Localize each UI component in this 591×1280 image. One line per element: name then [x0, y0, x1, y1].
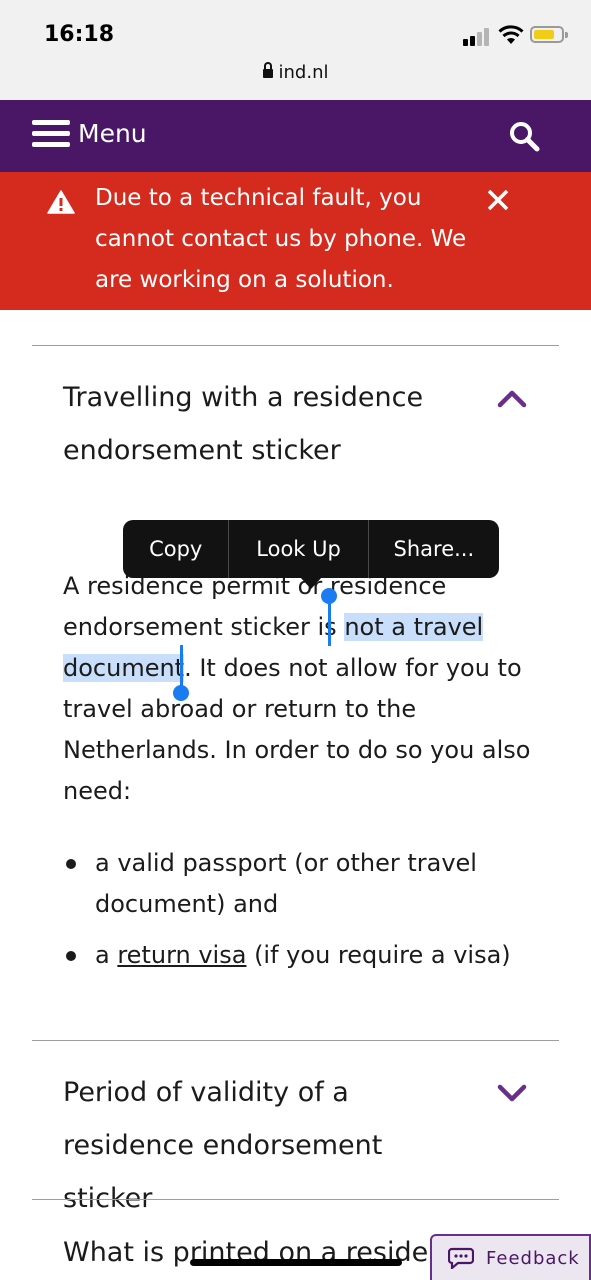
bullet-icon — [66, 859, 76, 869]
url-text: ind.nl — [278, 62, 329, 83]
hamburger-icon — [32, 118, 70, 148]
selection-end-handle[interactable] — [173, 685, 189, 701]
status-bar: 16:18 ind.nl — [0, 0, 591, 100]
text-selection-menu: Copy Look Up Share... — [123, 520, 499, 578]
selection-start-caret — [328, 600, 331, 646]
signal-icon — [463, 28, 493, 46]
look-up-button[interactable]: Look Up — [229, 520, 369, 578]
bullet-icon — [66, 951, 76, 961]
list-item: a valid passport (or other travel docume… — [63, 843, 533, 925]
close-icon[interactable] — [486, 188, 510, 212]
chevron-down-icon[interactable] — [497, 1083, 527, 1103]
callout-pointer — [300, 577, 322, 589]
chevron-up-icon[interactable] — [497, 388, 527, 408]
selection-end-caret — [180, 645, 183, 690]
accordion-content-paragraph: A residence permit or residence endorsem… — [63, 566, 533, 812]
chat-bubble-icon — [448, 1247, 474, 1269]
list-item-text: (if you require a visa) — [246, 941, 511, 969]
lock-icon — [262, 62, 273, 78]
wifi-icon — [498, 25, 524, 44]
menu-label: Menu — [78, 118, 147, 148]
search-icon[interactable] — [508, 120, 540, 152]
alert-message: Due to a technical fault, you cannot con… — [95, 185, 467, 293]
menu-button[interactable]: Menu — [32, 118, 147, 148]
accordion-title-travelling[interactable]: Travelling with a residence endorsement … — [63, 371, 473, 477]
list-item-text: a valid passport (or other travel docume… — [95, 849, 477, 918]
copy-button[interactable]: Copy — [123, 520, 230, 578]
site-header: Menu — [0, 100, 591, 172]
warning-icon — [47, 190, 75, 214]
list-item: a return visa (if you require a visa) — [63, 935, 533, 976]
share-button[interactable]: Share... — [369, 520, 499, 578]
feedback-button[interactable]: Feedback — [430, 1234, 591, 1280]
list-item-text: a — [95, 941, 118, 969]
accordion-title-printed[interactable]: What is printed on a residence — [63, 1226, 463, 1279]
divider — [32, 345, 559, 346]
status-time: 16:18 — [44, 22, 115, 47]
feedback-label: Feedback — [486, 1247, 580, 1269]
return-visa-link[interactable]: return visa — [117, 941, 246, 969]
home-indicator[interactable] — [190, 1259, 402, 1266]
divider — [32, 1040, 559, 1041]
requirements-list: a valid passport (or other travel docume… — [63, 843, 533, 986]
battery-icon — [530, 26, 568, 43]
address-bar[interactable]: ind.nl — [0, 62, 591, 83]
accordion-title-validity[interactable]: Period of validity of a residence endors… — [63, 1066, 473, 1225]
divider — [32, 1199, 559, 1200]
